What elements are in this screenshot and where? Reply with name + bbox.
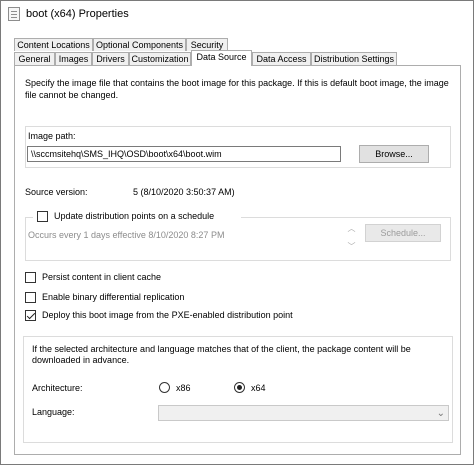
pxe-label[interactable]: Deploy this boot image from the PXE-enab… <box>42 310 293 320</box>
schedule-text: Occurs every 1 days effective 8/10/2020 … <box>28 230 225 240</box>
binary-diff-checkbox[interactable] <box>25 292 36 303</box>
pxe-checkbox[interactable] <box>25 310 36 321</box>
window-title: boot (x64) Properties <box>26 8 129 20</box>
tab-general[interactable]: General <box>14 52 55 65</box>
description-text: Specify the image file that contains the… <box>25 78 449 100</box>
tab-customization[interactable]: Customization <box>129 52 191 65</box>
tab-distribution-settings[interactable]: Distribution Settings <box>311 52 397 65</box>
browse-button[interactable]: Browse... <box>359 145 429 163</box>
data-source-panel: Specify the image file that contains the… <box>14 65 461 455</box>
language-label: Language: <box>32 407 75 417</box>
chevron-down-icon: ⌄ <box>436 408 445 419</box>
tab-content-locations[interactable]: Content Locations <box>14 38 93 51</box>
tab-data-access[interactable]: Data Access <box>252 52 311 65</box>
persist-checkbox[interactable] <box>25 272 36 283</box>
arch-x64-radio[interactable] <box>234 382 245 393</box>
title-bar[interactable]: boot (x64) Properties <box>1 1 473 27</box>
arch-info-text: If the selected architecture and languag… <box>32 344 411 365</box>
architecture-label: Architecture: <box>32 383 83 393</box>
tab-optional-components[interactable]: Optional Components <box>93 38 186 51</box>
tab-data-source[interactable]: Data Source <box>191 50 252 66</box>
arch-x64-label[interactable]: x64 <box>251 383 266 393</box>
image-path-input[interactable]: \\sccmsitehq\SMS_IHQ\OSD\boot\x64\boot.w… <box>27 146 341 162</box>
schedule-checkbox-label[interactable]: Update distribution points on a schedule <box>54 211 214 221</box>
schedule-checkbox[interactable] <box>37 211 48 222</box>
binary-diff-label[interactable]: Enable binary differential replication <box>42 292 184 302</box>
scroll-up-icon[interactable]: ︿ <box>347 224 356 233</box>
document-icon <box>8 7 20 21</box>
image-path-label: Image path: <box>28 131 76 141</box>
schedule-scroll[interactable]: ︿ ﹀ <box>347 224 356 258</box>
persist-label[interactable]: Persist content in client cache <box>42 272 161 282</box>
source-version-value: 5 (8/10/2020 3:50:37 AM) <box>133 187 235 197</box>
scroll-down-icon[interactable]: ﹀ <box>347 242 356 251</box>
tab-images[interactable]: Images <box>55 52 92 65</box>
source-version-label: Source version: <box>25 187 88 197</box>
tab-drivers[interactable]: Drivers <box>92 52 129 65</box>
arch-x86-label[interactable]: x86 <box>176 383 191 393</box>
schedule-button[interactable]: Schedule... <box>365 224 441 242</box>
language-dropdown[interactable]: ⌄ <box>158 405 449 421</box>
arch-x86-radio[interactable] <box>159 382 170 393</box>
properties-window: boot (x64) Properties Content Locations … <box>0 0 474 465</box>
